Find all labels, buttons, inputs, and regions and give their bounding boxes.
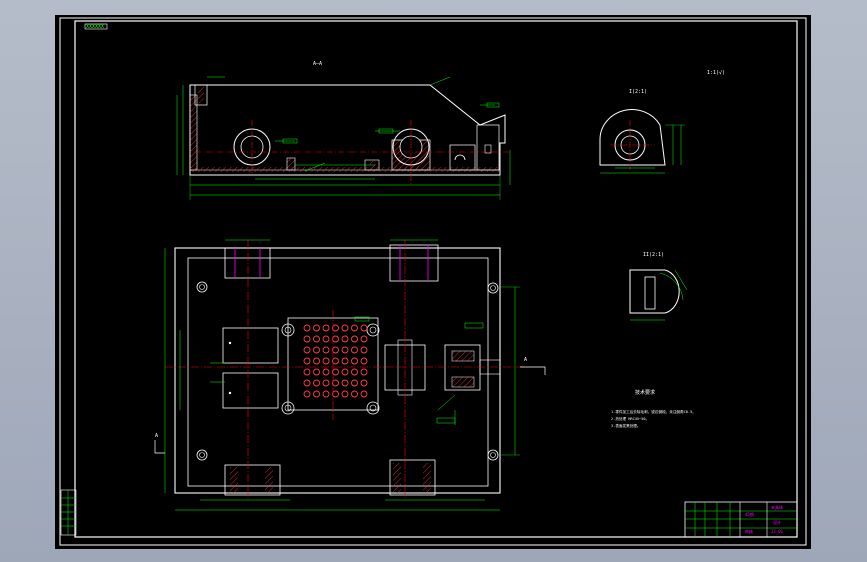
grid-hole — [351, 368, 358, 376]
tech-req-line-2: 2.热处理 HRC45~50。 — [611, 416, 649, 421]
detail-label-2: II(2:1) — [643, 252, 664, 258]
cad-viewport[interactable]: XXXXXX A—A 1:1(√) I(2:1) II(2:1) A A 技术要… — [55, 15, 811, 549]
grid-hole — [332, 346, 339, 354]
grid-hole — [360, 357, 368, 365]
grid-hole — [303, 346, 311, 354]
grid-hole — [322, 346, 330, 354]
grid-hole — [360, 379, 368, 387]
section-label: A—A — [313, 61, 322, 67]
grid-hole — [360, 324, 368, 332]
grid-hole — [360, 368, 368, 376]
grid-hole — [322, 379, 330, 387]
grid-hole — [332, 390, 339, 398]
grid-hole — [313, 335, 320, 343]
grid-hole — [332, 357, 339, 365]
detail-label-1: I(2:1) — [629, 89, 647, 95]
detail-view-1: I(2:1) — [599, 89, 685, 174]
scale-note: 1:1(√) — [707, 70, 725, 76]
grid-hole — [360, 346, 368, 354]
title-part-name: 夹具体 — [771, 504, 783, 510]
grid-hole — [332, 324, 339, 332]
grid-hole — [341, 390, 349, 398]
section-view-aa: A—A 1:1(√) — [176, 61, 725, 200]
grid-hole — [313, 324, 320, 332]
hole-grid — [303, 324, 368, 398]
grid-hole — [332, 379, 339, 387]
grid-hole — [322, 324, 330, 332]
grid-hole — [313, 390, 320, 398]
tech-req-line-3: 3.表面发黑处理。 — [611, 423, 640, 428]
grid-hole — [351, 390, 358, 398]
tech-req-line-1: 1.零件加工后去除毛刺，锐边倒钝，未注倒角C0.5。 — [611, 409, 696, 414]
grid-hole — [360, 390, 368, 398]
grid-hole — [313, 379, 320, 387]
grid-hole — [313, 368, 320, 376]
grid-hole — [322, 390, 330, 398]
title-block: 夹具体 45钢 设计 JJ-01 审核 — [684, 501, 798, 538]
grid-hole — [332, 368, 339, 376]
grid-hole — [303, 379, 311, 387]
grid-hole — [341, 379, 349, 387]
detail-view-2: II(2:1) — [629, 252, 688, 321]
grid-hole — [341, 368, 349, 376]
grid-hole — [303, 324, 311, 332]
grid-hole — [322, 368, 330, 376]
grid-hole — [351, 346, 358, 354]
grid-hole — [303, 335, 311, 343]
grid-hole — [360, 335, 368, 343]
title-designer: 设计 — [773, 519, 781, 525]
plan-view: A A — [154, 239, 546, 511]
grid-hole — [303, 357, 311, 365]
tech-req-title: 技术要求 — [635, 389, 655, 396]
title-drawing-no: JJ-01 — [771, 529, 784, 534]
grid-hole — [341, 357, 349, 365]
grid-hole — [303, 368, 311, 376]
view-arrow-label-left: A — [155, 433, 158, 439]
grid-hole — [303, 390, 311, 398]
corner-stamp: XXXXXX — [84, 23, 108, 30]
grid-hole — [351, 324, 358, 332]
grid-hole — [322, 335, 330, 343]
grid-hole — [313, 346, 320, 354]
title-checker: 审核 — [745, 528, 753, 534]
technical-requirements: 技术要求 1.零件加工后去除毛刺，锐边倒钝，未注倒角C0.5。 2.热处理 HR… — [611, 389, 696, 428]
view-arrow-label-right: A — [524, 357, 527, 363]
grid-hole — [313, 357, 320, 365]
grid-hole — [341, 346, 349, 354]
grid-hole — [351, 357, 358, 365]
grid-hole — [332, 335, 339, 343]
grid-hole — [341, 335, 349, 343]
grid-hole — [341, 324, 349, 332]
grid-hole — [322, 357, 330, 365]
corner-stamp-text: XXXXXX — [86, 24, 104, 30]
revision-strip — [60, 489, 77, 536]
title-material: 45钢 — [745, 511, 754, 517]
grid-hole — [351, 379, 358, 387]
drawing-border — [59, 17, 807, 546]
grid-hole — [351, 335, 358, 343]
